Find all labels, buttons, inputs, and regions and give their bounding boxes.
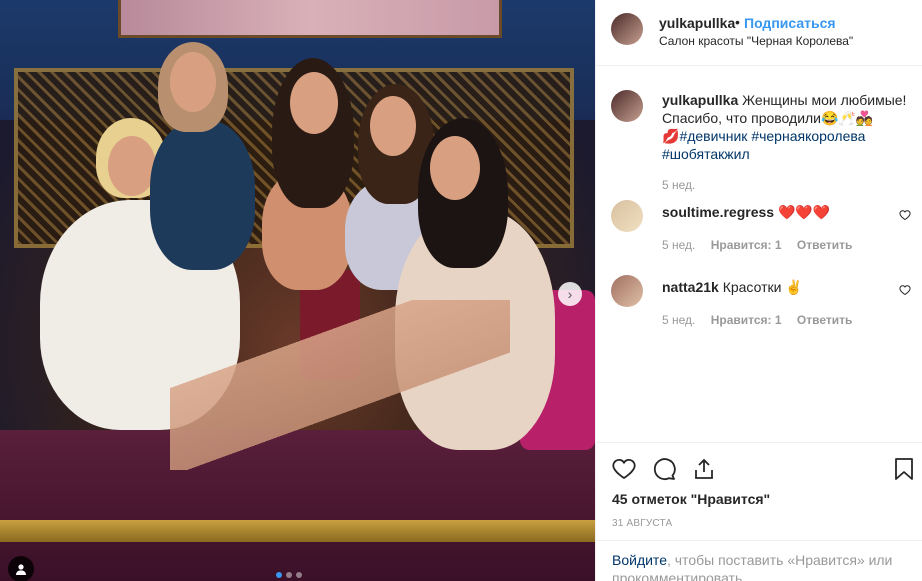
comment-text: ❤️❤️❤️ bbox=[774, 204, 831, 220]
carousel-dot bbox=[276, 572, 282, 578]
carousel-dot bbox=[286, 572, 292, 578]
post-side-panel: yulkapullka • Подписаться Салон красоты … bbox=[595, 0, 922, 581]
caption-avatar[interactable] bbox=[611, 90, 643, 122]
post-photo[interactable]: › bbox=[0, 0, 595, 581]
comment-meta: 5 нед. Нравится: 1 Ответить bbox=[662, 236, 864, 254]
comment-like-heart-icon[interactable] bbox=[899, 209, 911, 221]
post-header: yulkapullka • Подписаться Салон красоты … bbox=[596, 0, 922, 66]
reply-button[interactable]: Ответить bbox=[797, 313, 852, 327]
comment-like-heart-icon[interactable] bbox=[899, 284, 911, 296]
comment-time[interactable]: 5 нед. bbox=[662, 238, 695, 252]
tagged-users-button[interactable] bbox=[8, 556, 34, 581]
header-separator: • bbox=[735, 14, 740, 30]
carousel-dots bbox=[276, 572, 302, 578]
comment-avatar[interactable] bbox=[611, 275, 643, 307]
caption-username[interactable]: yulkapullka bbox=[662, 92, 738, 108]
comment-text: Красотки ✌️ bbox=[718, 279, 803, 295]
comment-likes[interactable]: Нравится: 1 bbox=[711, 313, 782, 327]
location-link[interactable]: Салон красоты "Черная Королева" bbox=[659, 34, 853, 48]
next-photo-button[interactable]: › bbox=[558, 282, 582, 306]
comment-username[interactable]: natta21k bbox=[662, 279, 719, 295]
comment-body: soultime.regress ❤️❤️❤️ bbox=[662, 203, 907, 221]
likes-count[interactable]: 45 отметок "Нравится" bbox=[612, 491, 770, 507]
share-icon[interactable] bbox=[692, 457, 716, 481]
caption-meta: 5 нед. bbox=[662, 176, 707, 194]
photo-painting bbox=[118, 0, 502, 38]
comment-body: natta21k Красотки ✌️ bbox=[662, 278, 907, 296]
photo-sofa-trim bbox=[0, 520, 595, 542]
author-avatar[interactable] bbox=[611, 13, 643, 45]
post-actions: 45 отметок "Нравится" 31 АВГУСТА Войдите… bbox=[596, 442, 922, 581]
hashtag-link[interactable]: #шобятакжил bbox=[662, 146, 750, 162]
comment-icon[interactable] bbox=[652, 457, 676, 481]
caption: yulkapullka Женщины мои любимые! Спасибо… bbox=[611, 90, 911, 200]
reply-button[interactable]: Ответить bbox=[797, 238, 852, 252]
photo-person-5-head bbox=[430, 136, 480, 200]
follow-button[interactable]: Подписаться bbox=[744, 15, 836, 31]
caption-time[interactable]: 5 нед. bbox=[662, 178, 695, 192]
login-prompt: Войдите, чтобы поставить «Нравится» или … bbox=[596, 540, 922, 581]
caption-body: yulkapullka Женщины мои любимые! Спасибо… bbox=[662, 91, 907, 163]
photo-person-2-head bbox=[170, 52, 216, 112]
comment-time[interactable]: 5 нед. bbox=[662, 313, 695, 327]
caption-text-2: 💋 bbox=[662, 128, 680, 144]
user-icon bbox=[16, 564, 26, 575]
heart-icon[interactable] bbox=[612, 457, 636, 481]
photo-person-2 bbox=[150, 120, 255, 270]
author-username[interactable]: yulkapullka bbox=[659, 15, 735, 31]
photo-legs bbox=[170, 300, 510, 470]
comment-item: natta21k Красотки ✌️ 5 нед. Нравится: 1 … bbox=[611, 275, 911, 331]
comment-username[interactable]: soultime.regress bbox=[662, 204, 774, 220]
post-date[interactable]: 31 АВГУСТА bbox=[612, 518, 672, 529]
comment-item: soultime.regress ❤️❤️❤️ 5 нед. Нравится:… bbox=[611, 200, 911, 256]
comment-avatar[interactable] bbox=[611, 200, 643, 232]
login-link[interactable]: Войдите bbox=[612, 552, 667, 568]
chevron-right-icon: › bbox=[567, 286, 573, 302]
comment-meta: 5 нед. Нравится: 1 Ответить bbox=[662, 311, 864, 329]
photo-person-1-head bbox=[108, 136, 156, 196]
bookmark-icon[interactable] bbox=[894, 457, 914, 481]
hashtag-link[interactable]: #девичник bbox=[679, 128, 747, 144]
carousel-dot bbox=[296, 572, 302, 578]
comment-likes[interactable]: Нравится: 1 bbox=[711, 238, 782, 252]
photo-person-3-head bbox=[290, 72, 338, 134]
hashtag-link[interactable]: #чернаякоролева bbox=[751, 128, 865, 144]
photo-person-4-head bbox=[370, 96, 416, 156]
